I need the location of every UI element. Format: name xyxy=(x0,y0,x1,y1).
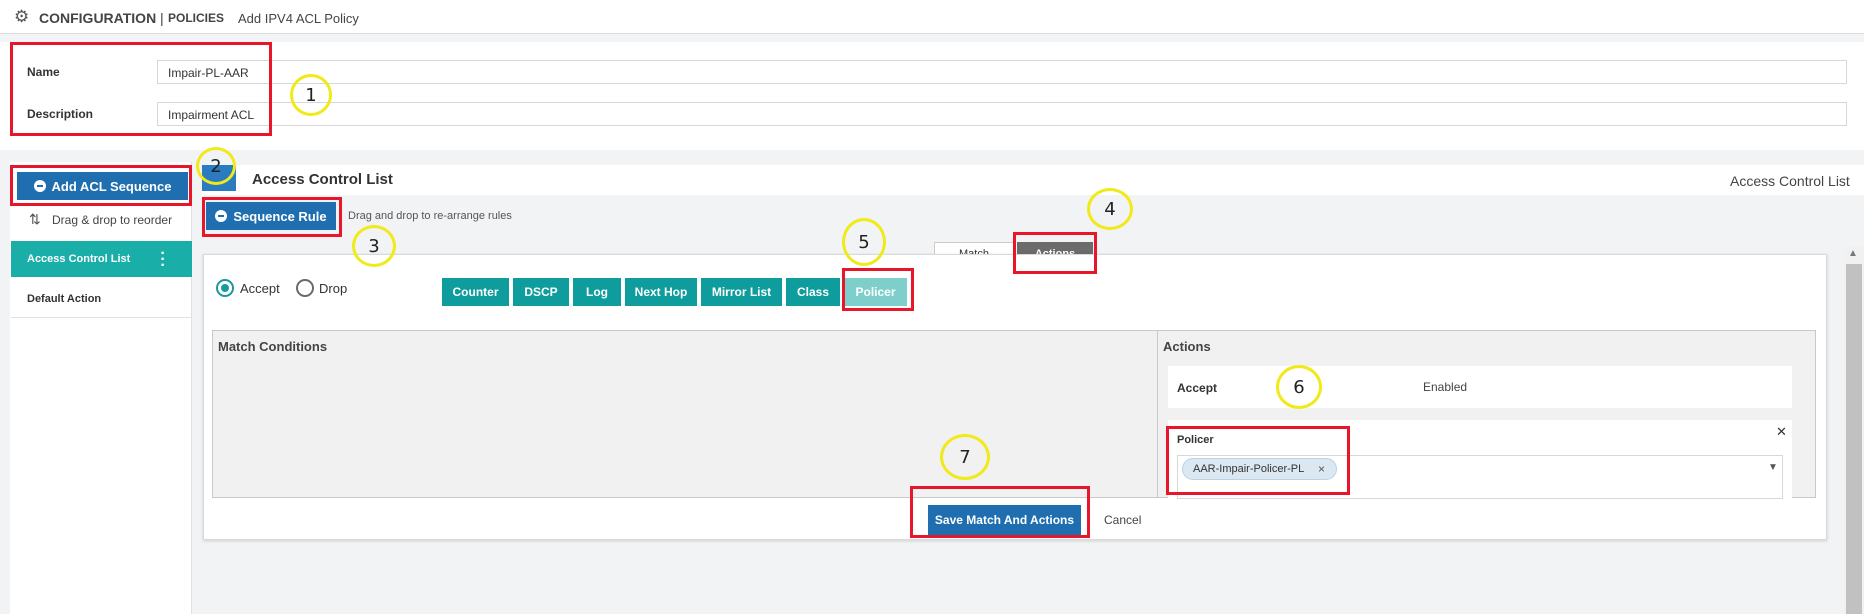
highlight-policer-button xyxy=(842,268,914,311)
highlight-name-description xyxy=(10,42,272,136)
accept-action-label: Accept xyxy=(1177,381,1218,395)
reorder-arrows-icon: ⇅ xyxy=(29,211,41,227)
name-field[interactable]: Impair-PL-AAR xyxy=(157,60,1847,84)
annotation-marker: 5 xyxy=(842,218,886,266)
annotation-marker: 3 xyxy=(352,225,396,267)
close-icon[interactable]: ✕ xyxy=(1776,424,1787,440)
highlight-policer-field xyxy=(1166,426,1350,495)
header-separator: | xyxy=(160,10,164,26)
counter-button[interactable]: Counter xyxy=(442,278,509,306)
highlight-add-acl-sequence xyxy=(10,165,192,206)
sequence-sidebar xyxy=(10,162,192,614)
accept-radio-label: Accept xyxy=(240,281,280,296)
annotation-marker: 2 xyxy=(196,147,236,185)
description-field[interactable]: Impairment ACL xyxy=(157,102,1847,126)
acl-header-bar xyxy=(202,165,1864,195)
annotation-marker: 4 xyxy=(1087,188,1133,230)
page-title: CONFIGURATION xyxy=(39,10,157,26)
dscp-button[interactable]: DSCP xyxy=(513,278,569,306)
acl-title-right: Access Control List xyxy=(1730,173,1850,189)
drop-radio[interactable] xyxy=(296,279,314,297)
accept-action-row xyxy=(1168,366,1792,408)
highlight-actions-tab xyxy=(1013,232,1097,274)
actions-label: Actions xyxy=(1163,339,1211,354)
breadcrumb-policies[interactable]: POLICIES xyxy=(168,11,224,25)
annotation-marker: 1 xyxy=(290,74,332,116)
rearrange-rules-hint: Drag and drop to re-arrange rules xyxy=(348,210,512,222)
breadcrumb-current: Add IPV4 ACL Policy xyxy=(238,11,359,26)
gear-icon: ⚙ xyxy=(14,7,30,26)
class-button[interactable]: Class xyxy=(786,278,840,306)
cancel-button[interactable]: Cancel xyxy=(1104,513,1141,527)
kebab-menu-icon[interactable]: · · · xyxy=(160,246,166,274)
drag-reorder-hint: Drag & drop to reorder xyxy=(52,213,173,227)
policy-form xyxy=(0,42,1864,150)
acl-title: Access Control List xyxy=(252,171,393,188)
scroll-up-arrow-icon[interactable]: ▲ xyxy=(1848,248,1858,259)
highlight-sequence-rule xyxy=(202,197,342,237)
drop-radio-label: Drop xyxy=(319,281,348,296)
scrollbar-thumb[interactable] xyxy=(1846,264,1862,614)
log-button[interactable]: Log xyxy=(573,278,621,306)
annotation-marker: 7 xyxy=(940,434,990,480)
highlight-save-button xyxy=(910,486,1090,538)
mirror-list-button[interactable]: Mirror List xyxy=(701,278,782,306)
next-hop-button[interactable]: Next Hop xyxy=(625,278,697,306)
annotation-marker: 6 xyxy=(1276,365,1322,409)
chevron-down-icon[interactable]: ▼ xyxy=(1768,462,1778,473)
match-conditions-label: Match Conditions xyxy=(218,339,328,354)
sidebar-item-label: Default Action xyxy=(27,293,102,305)
sidebar-item-label: Access Control List xyxy=(27,253,131,265)
accept-action-value: Enabled xyxy=(1423,380,1468,394)
box-divider xyxy=(1157,331,1158,497)
accept-radio[interactable] xyxy=(216,279,234,297)
